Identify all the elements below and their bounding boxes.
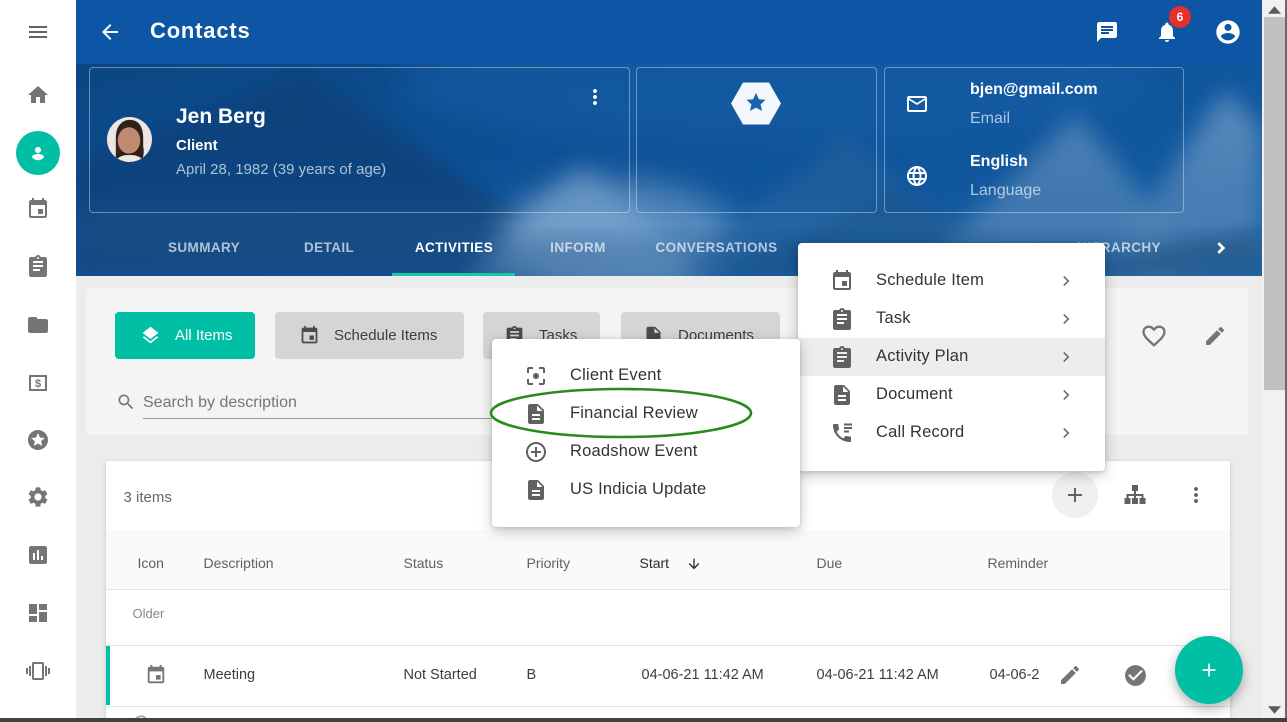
svg-text:$: $: [35, 378, 41, 390]
